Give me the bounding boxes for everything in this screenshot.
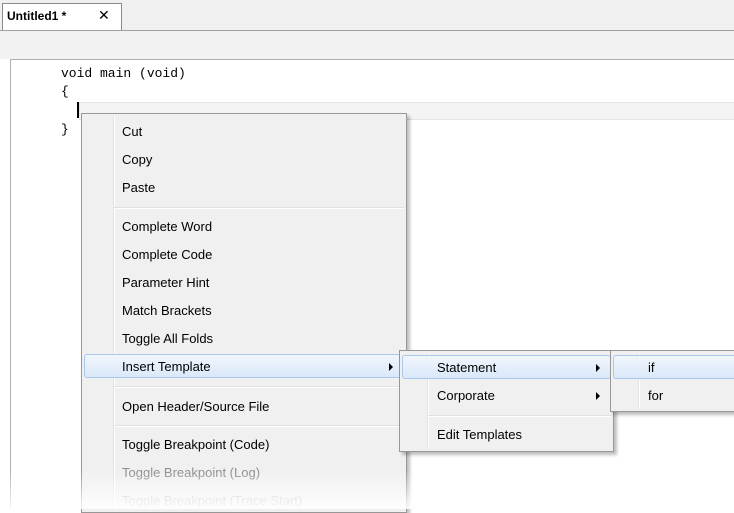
menu-item-statement[interactable]: Statement <box>402 355 611 379</box>
menu-item-parameter-hint[interactable]: Parameter Hint <box>84 270 404 294</box>
tab-strip: Untitled1 * ✕ <box>0 0 734 31</box>
menu-item-insert-template[interactable]: Insert Template <box>84 354 404 378</box>
menu-item-toggle-all-folds[interactable]: Toggle All Folds <box>84 326 404 350</box>
menu-separator <box>428 415 611 417</box>
context-menu: Cut Copy Paste Complete Word Complete Co… <box>81 113 407 513</box>
menu-separator <box>114 386 404 388</box>
statement-submenu: if for <box>610 350 734 412</box>
menu-item-toggle-breakpoint-trace-start[interactable]: Toggle Breakpoint (Trace Start) <box>84 488 404 512</box>
template-submenu: Statement Corporate Edit Templates <box>399 350 614 452</box>
menu-item-corporate[interactable]: Corporate <box>402 383 611 407</box>
menu-item-open-header-source[interactable]: Open Header/Source File <box>84 394 404 418</box>
submenu-arrow-icon <box>596 364 600 372</box>
menu-item-if[interactable]: if <box>613 355 734 379</box>
menu-separator <box>114 425 404 427</box>
menu-separator <box>114 207 404 209</box>
menu-item-for[interactable]: for <box>613 383 734 407</box>
tab-title: Untitled1 * <box>7 9 67 23</box>
code-line-4: } <box>61 122 69 137</box>
menu-item-edit-templates[interactable]: Edit Templates <box>402 422 611 446</box>
menu-item-cut[interactable]: Cut <box>84 119 404 143</box>
menu-item-match-brackets[interactable]: Match Brackets <box>84 298 404 322</box>
submenu-arrow-icon <box>596 392 600 400</box>
code-line-1: void main (void) <box>61 66 186 81</box>
menu-item-copy[interactable]: Copy <box>84 147 404 171</box>
code-line-2: { <box>61 84 69 99</box>
menu-item-toggle-breakpoint-code[interactable]: Toggle Breakpoint (Code) <box>84 432 404 456</box>
submenu-arrow-icon <box>389 363 393 371</box>
menu-item-toggle-breakpoint-log[interactable]: Toggle Breakpoint (Log) <box>84 460 404 484</box>
menu-item-complete-word[interactable]: Complete Word <box>84 214 404 238</box>
tab-untitled1[interactable]: Untitled1 * ✕ <box>2 3 122 30</box>
editor-header-strip <box>0 31 734 59</box>
menu-item-paste[interactable]: Paste <box>84 175 404 199</box>
menu-item-complete-code[interactable]: Complete Code <box>84 242 404 266</box>
close-icon[interactable]: ✕ <box>98 7 110 24</box>
text-caret <box>77 102 79 118</box>
